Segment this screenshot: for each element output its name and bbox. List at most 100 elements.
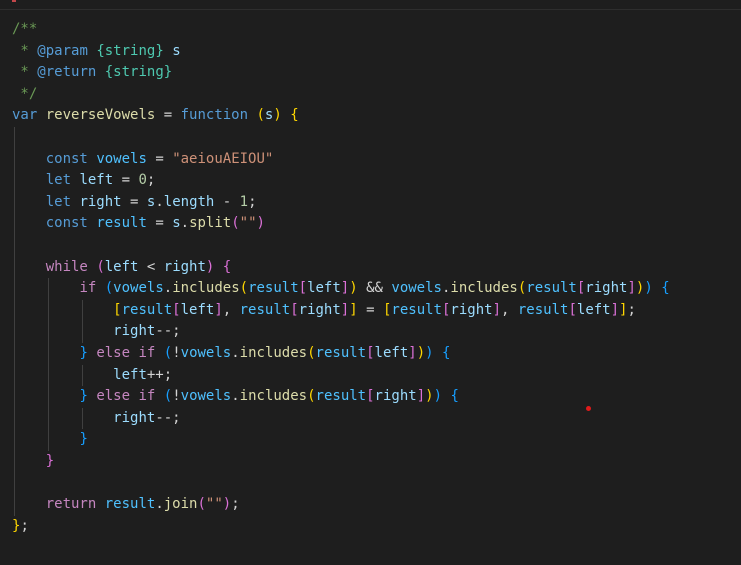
code-token: ] — [408, 344, 417, 361]
code-token: { — [442, 344, 451, 361]
code-token: ) — [425, 388, 434, 405]
code-line[interactable] — [0, 234, 741, 257]
code-line[interactable]: }; — [0, 516, 741, 538]
code-token: ( — [163, 388, 173, 405]
code-editor[interactable]: /** * @param {string} s * @return {strin… — [0, 0, 741, 565]
code-line[interactable]: let left = 0; — [0, 170, 741, 192]
code-token: else — [96, 388, 131, 405]
code-token: ( — [307, 344, 316, 361]
code-token: s — [172, 215, 181, 232]
code-token: { — [450, 388, 459, 405]
indent-guide — [14, 126, 15, 149]
code-line[interactable]: } else if (!vowels.includes(result[left]… — [0, 342, 741, 365]
code-line-text: * @return {string} — [12, 64, 172, 80]
code-token: ( — [104, 280, 114, 297]
code-token: includes — [172, 280, 240, 297]
code-line[interactable]: if (vowels.includes(result[left]) && vow… — [0, 278, 741, 300]
code-token: "" — [205, 496, 223, 513]
code-line-text: } else if (!vowels.includes(result[right… — [12, 388, 459, 405]
code-line-text: * @param {string} s — [12, 43, 180, 59]
code-token: "aeiouAEIOU" — [172, 150, 274, 167]
code-token: left — [180, 301, 215, 318]
code-line[interactable]: right--; — [0, 321, 741, 343]
code-token: result — [96, 215, 147, 232]
code-line-text: }; — [12, 518, 29, 534]
code-token: } — [79, 431, 88, 448]
code-line-text: } else if (!vowels.includes(result[left]… — [12, 345, 450, 361]
code-token: ! — [172, 344, 181, 361]
code-token: --; — [155, 409, 181, 426]
code-token: ] — [610, 301, 620, 318]
code-line[interactable]: var reverseVowels = function (s) { — [0, 105, 741, 127]
code-token: length — [163, 193, 215, 210]
code-token: . — [180, 215, 190, 232]
code-line[interactable]: const vowels = "aeiouAEIOU" — [0, 148, 741, 171]
editor-top-edge — [0, 0, 741, 10]
code-token: ! — [172, 388, 181, 405]
code-line[interactable]: * @param {string} s — [0, 41, 741, 63]
tab-indicator — [12, 0, 16, 2]
code-line[interactable]: } — [0, 450, 741, 473]
code-line[interactable]: right--; — [0, 407, 741, 430]
code-token: if — [138, 388, 156, 405]
code-line[interactable]: left++; — [0, 364, 741, 387]
code-line[interactable]: } else if (!vowels.includes(result[right… — [0, 386, 741, 408]
code-line-text: const vowels = "aeiouAEIOU" — [12, 150, 274, 167]
code-token: result — [121, 301, 173, 318]
code-token: , — [222, 301, 240, 318]
code-token: right — [79, 193, 122, 210]
code-token: left — [104, 258, 139, 275]
code-token: ) — [644, 280, 653, 297]
code-token: right — [113, 323, 156, 340]
code-token: vowels — [96, 150, 147, 167]
code-line[interactable] — [0, 126, 741, 149]
code-line[interactable]: [result[left], result[right]] = [result[… — [0, 299, 741, 322]
code-token: ) — [256, 215, 265, 232]
code-token: = — [357, 301, 383, 318]
code-line[interactable]: const result = s.split("") — [0, 213, 741, 235]
code-token: let — [45, 193, 72, 210]
code-token: . — [155, 496, 164, 513]
code-area[interactable]: /** * @param {string} s * @return {strin… — [0, 19, 741, 537]
code-line[interactable]: return result.join(""); — [0, 494, 741, 516]
code-line-text: while (left < right) { — [12, 258, 232, 275]
code-line[interactable]: */ — [0, 84, 741, 106]
code-line[interactable]: while (left < right) { — [0, 256, 741, 279]
code-token: ( — [307, 388, 316, 405]
indent-guide — [14, 472, 15, 495]
code-line-text: let right = s.length - 1; — [12, 194, 257, 210]
code-token: ) — [416, 344, 426, 361]
code-line-text: if (vowels.includes(result[left]) && vow… — [12, 280, 669, 297]
code-token: } — [79, 388, 88, 405]
code-line[interactable]: /** — [0, 19, 741, 41]
code-token: vowels — [391, 280, 442, 297]
code-token: result — [517, 301, 569, 318]
code-token: { — [222, 258, 232, 275]
code-token: result — [239, 301, 291, 318]
code-token: , — [501, 301, 518, 318]
code-line[interactable]: * @return {string} — [0, 62, 741, 84]
code-token: ) — [222, 496, 232, 513]
code-token: right — [450, 301, 493, 318]
code-token: ( — [96, 258, 105, 275]
code-token: "" — [239, 215, 257, 232]
code-token: - — [214, 193, 240, 210]
code-token: = — [121, 193, 147, 210]
code-line[interactable] — [0, 472, 741, 495]
code-line[interactable]: let right = s.length - 1; — [0, 191, 741, 214]
code-token: vowels — [180, 344, 232, 361]
code-token: [ — [366, 344, 375, 361]
code-token: ; — [20, 517, 29, 534]
code-line[interactable]: } — [0, 429, 741, 451]
